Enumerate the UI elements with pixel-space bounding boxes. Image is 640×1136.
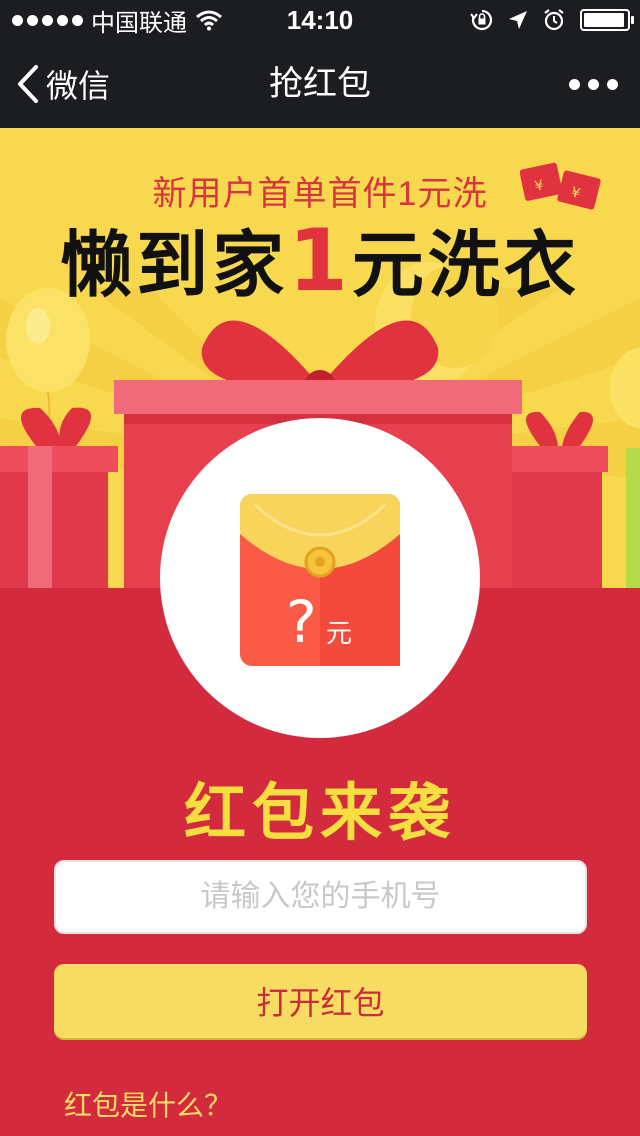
nav-bar: 微信 抢红包 (0, 40, 640, 128)
page-title: 抢红包 (269, 64, 371, 104)
more-dots-icon[interactable] (569, 40, 618, 128)
location-arrow-icon (509, 11, 527, 29)
headline-part2: 元洗衣 (351, 223, 580, 307)
battery-icon (580, 9, 634, 31)
phone-input[interactable] (54, 860, 587, 934)
status-right (470, 0, 634, 40)
headline-part1: 懒到家 (60, 223, 289, 307)
envelope-unit: 元 (326, 619, 352, 649)
banner-headline: 懒到家1元洗衣 (0, 206, 640, 311)
envelope-question: ? (286, 588, 317, 656)
headline-highlight: 1 (288, 211, 352, 311)
alarm-icon (544, 9, 564, 31)
status-bar: 中国联通 14:10 (0, 0, 640, 40)
red-envelope-icon: ? 元 (240, 494, 400, 666)
rotation-lock-icon (470, 9, 493, 31)
what-is-red-packet-link[interactable]: 红包是什么？ (64, 1084, 232, 1124)
red-packet-title: 红包来袭 (183, 776, 456, 849)
open-red-packet-button[interactable]: 打开红包 (54, 964, 587, 1038)
